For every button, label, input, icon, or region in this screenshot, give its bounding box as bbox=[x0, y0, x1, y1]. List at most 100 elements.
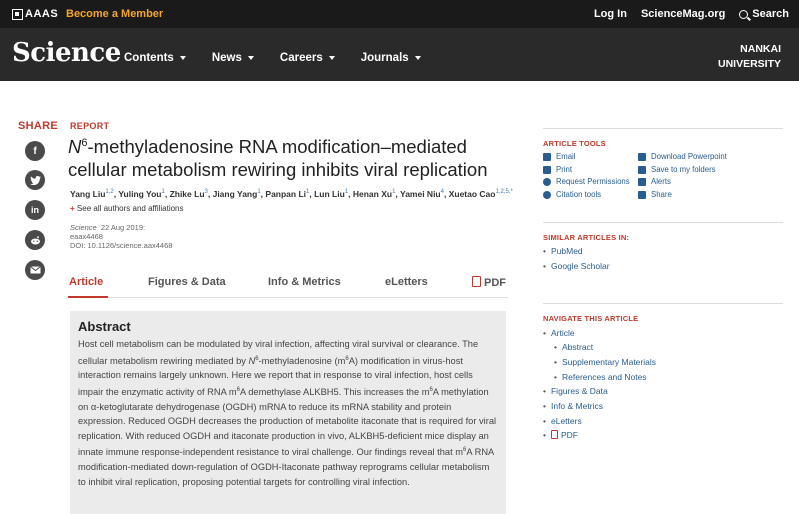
chevron-down-icon bbox=[247, 56, 254, 60]
publication-date: 22 Aug 2019: bbox=[100, 223, 146, 232]
tool-alerts-label: Alerts bbox=[651, 177, 671, 186]
author-affiliation[interactable]: 1,2,5,* bbox=[495, 189, 512, 195]
linkedin-icon[interactable]: in bbox=[25, 200, 45, 220]
tool-share[interactable]: Share bbox=[638, 190, 672, 199]
tool-email[interactable]: Email bbox=[543, 152, 576, 161]
article-title: N6-methyladenosine RNA modification–medi… bbox=[68, 132, 508, 181]
nav-journals[interactable]: Journals bbox=[361, 52, 421, 64]
nav-careers-label: Careers bbox=[279, 52, 323, 64]
author-name[interactable]: Jiang Yang bbox=[213, 189, 258, 199]
print-icon bbox=[543, 165, 551, 174]
article-tools-heading: ARTICLE TOOLS bbox=[543, 139, 606, 148]
nav-link-supplementary[interactable]: Supplementary Materials bbox=[554, 357, 656, 367]
similar-google-scholar[interactable]: Google Scholar bbox=[543, 261, 610, 271]
aaas-logo-text: AAAS bbox=[25, 8, 59, 20]
search-button[interactable]: Search bbox=[739, 8, 789, 20]
sciencemag-link[interactable]: ScienceMag.org bbox=[641, 8, 725, 20]
tab-info-metrics[interactable]: Info & Metrics bbox=[268, 276, 341, 288]
citation-meta: Science 22 Aug 2019: eaax4468 DOI: 10.11… bbox=[70, 223, 172, 250]
twitter-bird-glyph bbox=[29, 175, 41, 185]
twitter-icon[interactable] bbox=[25, 170, 45, 190]
email-icon[interactable] bbox=[25, 260, 45, 280]
author-name[interactable]: Panpan Li bbox=[265, 189, 306, 199]
chevron-down-icon bbox=[414, 56, 421, 60]
abstract-part: A demethylase ALKBH5. This increases the… bbox=[239, 386, 430, 397]
nav-link-pdf[interactable]: PDF bbox=[543, 430, 578, 440]
become-member-link[interactable]: Become a Member bbox=[66, 8, 163, 20]
nav-news[interactable]: News bbox=[212, 52, 254, 64]
tab-pdf[interactable]: PDF bbox=[472, 276, 506, 289]
envelope-glyph bbox=[29, 266, 41, 274]
abstract-text: Host cell metabolism can be modulated by… bbox=[78, 337, 498, 489]
tool-download-ppt[interactable]: Download Powerpoint bbox=[638, 152, 727, 161]
article-id: eaax4468 bbox=[70, 232, 103, 241]
author-affiliation[interactable]: 1,2 bbox=[105, 189, 113, 195]
tool-save-folder[interactable]: Save to my folders bbox=[638, 165, 716, 174]
tool-alerts[interactable]: Alerts bbox=[638, 177, 671, 186]
author-list: Yang Liu1,2, Yuling You1, Zhike Lu3, Jia… bbox=[70, 189, 513, 199]
nav-careers[interactable]: Careers bbox=[280, 52, 335, 64]
tool-download-label: Download Powerpoint bbox=[651, 152, 727, 161]
tab-article[interactable]: Article bbox=[69, 276, 103, 288]
chevron-down-icon bbox=[328, 56, 335, 60]
sidebar-divider bbox=[543, 303, 783, 304]
tab-eletters[interactable]: eLetters bbox=[385, 276, 428, 288]
nav-link-article[interactable]: Article bbox=[543, 328, 575, 338]
author-name[interactable]: Yuling You bbox=[118, 189, 161, 199]
abstract-part: A methylation on α-ketoglutarate dehydro… bbox=[78, 386, 497, 458]
aaas-logo-icon bbox=[12, 8, 23, 20]
author-name[interactable]: Lun Liu bbox=[314, 189, 345, 199]
nav-contents[interactable]: Contents bbox=[124, 52, 186, 64]
author-name[interactable]: Yang Liu bbox=[70, 189, 105, 199]
search-label: Search bbox=[752, 8, 789, 20]
institution-line-2: UNIVERSITY bbox=[717, 58, 781, 70]
article-type: REPORT bbox=[70, 121, 110, 131]
utility-bar: AAAS Become a Member Log In ScienceMag.o… bbox=[0, 0, 799, 28]
facebook-icon[interactable]: f bbox=[25, 141, 45, 161]
doi: DOI: 10.1126/science.aax4468 bbox=[70, 241, 173, 250]
navigate-heading: NAVIGATE THIS ARTICLE bbox=[543, 314, 639, 323]
tab-figures[interactable]: Figures & Data bbox=[148, 276, 226, 288]
author-name[interactable]: Xuetao Cao bbox=[449, 189, 496, 199]
nav-link-pdf-label: PDF bbox=[560, 430, 578, 440]
title-line-1: -methyladenosine RNA modification–mediat… bbox=[87, 136, 467, 158]
abstract-panel: Abstract Host cell metabolism can be mod… bbox=[70, 311, 506, 514]
author-name[interactable]: Zhike Lu bbox=[170, 189, 205, 199]
nav-link-info[interactable]: Info & Metrics bbox=[543, 401, 603, 411]
tool-citation[interactable]: Citation tools bbox=[543, 190, 601, 199]
nav-link-eletters[interactable]: eLetters bbox=[543, 416, 582, 426]
see-all-authors-link[interactable]: + See all authors and affiliations bbox=[70, 204, 184, 213]
reddit-icon[interactable] bbox=[25, 230, 45, 250]
citation-gear-icon bbox=[543, 190, 551, 199]
tab-pdf-label: PDF bbox=[484, 277, 506, 289]
nav-journals-label: Journals bbox=[360, 52, 409, 64]
share-label: SHARE bbox=[18, 120, 59, 132]
institution-line-1: NANKAI bbox=[740, 43, 781, 55]
nav-link-figures[interactable]: Figures & Data bbox=[543, 386, 608, 396]
abstract-heading: Abstract bbox=[78, 319, 131, 334]
folder-icon bbox=[638, 165, 646, 174]
tool-share-label: Share bbox=[651, 190, 672, 199]
author-name[interactable]: Henan Xu bbox=[353, 189, 392, 199]
aaas-logo[interactable]: AAAS bbox=[12, 8, 58, 20]
tool-permissions[interactable]: Request Permissions bbox=[543, 177, 630, 186]
search-icon bbox=[739, 9, 749, 19]
tab-divider bbox=[68, 297, 508, 298]
tool-print[interactable]: Print bbox=[543, 165, 572, 174]
similar-pubmed[interactable]: PubMed bbox=[543, 246, 583, 256]
sidebar-divider bbox=[543, 222, 783, 223]
title-line-2: cellular metabolism rewiring inhibits vi… bbox=[68, 159, 488, 181]
institution-name: NANKAI UNIVERSITY bbox=[718, 42, 781, 72]
main-nav: Science Contents News Careers Journals N… bbox=[0, 28, 799, 81]
abstract-part: -methyladenosine (m bbox=[258, 355, 346, 366]
article-tabs: Article Figures & Data Info & Metrics eL… bbox=[68, 276, 508, 296]
nav-link-references[interactable]: References and Notes bbox=[554, 372, 647, 382]
pdf-icon bbox=[472, 276, 481, 287]
title-italic-n: N bbox=[68, 136, 82, 158]
login-link[interactable]: Log In bbox=[594, 8, 627, 20]
download-icon bbox=[638, 152, 646, 161]
nav-link-abstract[interactable]: Abstract bbox=[554, 342, 593, 352]
tool-save-label: Save to my folders bbox=[651, 165, 716, 174]
author-name[interactable]: Yamei Niu bbox=[400, 189, 441, 199]
science-logo[interactable]: Science bbox=[12, 38, 121, 68]
